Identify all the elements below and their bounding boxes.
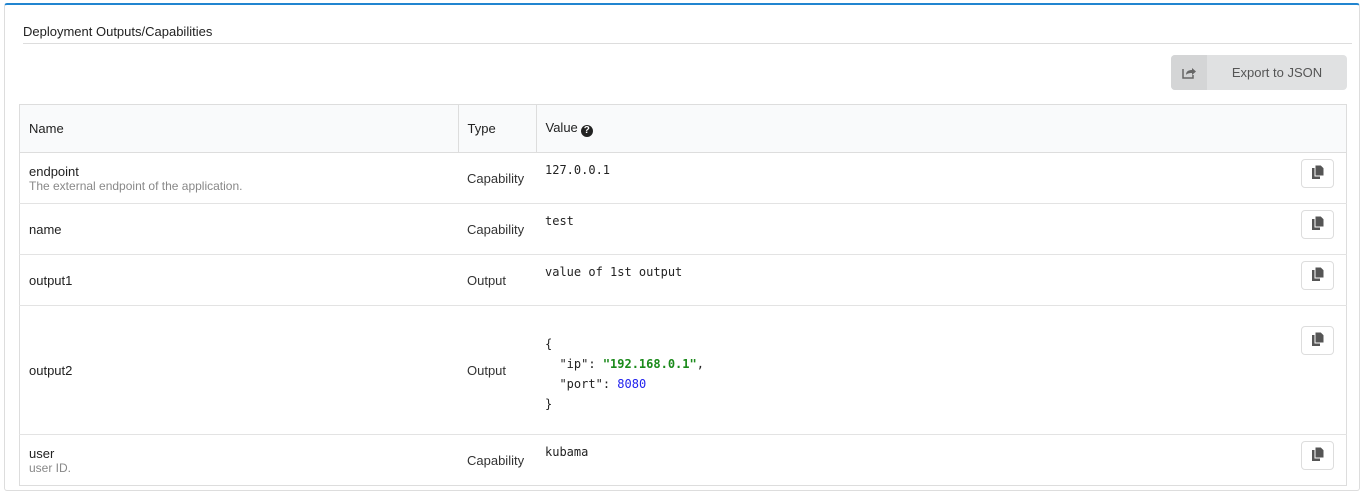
row-name: name (29, 221, 62, 237)
header-type: Type (457, 104, 536, 153)
table-row: output2 Output { "ip": "192.168.0.1", "p… (19, 305, 1347, 435)
table-row: name Capability test (19, 203, 1347, 255)
row-type: Capability (458, 152, 536, 204)
copy-button[interactable] (1301, 326, 1334, 355)
row-value-json: { "ip": "192.168.0.1", "port": 8080 } (545, 337, 704, 411)
table-header: Name Type Value? (19, 104, 1347, 153)
divider (23, 43, 1352, 44)
copy-icon (1311, 215, 1324, 233)
row-name: user (29, 445, 55, 461)
row-description: user ID. (29, 460, 72, 475)
copy-icon (1311, 164, 1324, 182)
help-icon[interactable]: ? (580, 125, 593, 137)
row-description: The external endpoint of the application… (29, 178, 243, 193)
export-to-json-button[interactable]: Export to JSON (1171, 55, 1347, 90)
table-row: endpoint The external endpoint of the app… (19, 152, 1347, 204)
row-value: value of 1st output (545, 265, 683, 279)
row-type: Capability (458, 434, 536, 486)
copy-icon (1311, 266, 1324, 284)
row-name: endpoint (29, 163, 79, 179)
row-value: 127.0.0.1 (545, 163, 611, 177)
share-icon (1171, 55, 1207, 90)
row-value: kubama (545, 445, 589, 459)
header-value: Value? (535, 104, 1347, 153)
copy-button[interactable] (1301, 441, 1334, 470)
row-type: Capability (458, 203, 536, 255)
row-name: output1 (29, 272, 73, 288)
header-name: Name (19, 104, 458, 153)
table-row: user user ID. Capability kubama (19, 434, 1347, 486)
row-type: Output (458, 254, 536, 306)
outputs-table: Name Type Value? endpoint The external en… (19, 104, 1347, 486)
copy-button[interactable] (1301, 159, 1334, 188)
export-label: Export to JSON (1231, 65, 1323, 80)
copy-icon (1311, 446, 1324, 464)
row-type: Output (458, 305, 536, 435)
copy-icon (1311, 331, 1324, 349)
row-value: test (545, 214, 574, 228)
header-value-label: Value (545, 120, 578, 135)
table-row: output1 Output value of 1st output (19, 254, 1347, 306)
copy-button[interactable] (1301, 210, 1334, 239)
copy-button[interactable] (1301, 261, 1334, 290)
panel-title: Deployment Outputs/Capabilities (23, 24, 213, 39)
row-name: output2 (29, 362, 73, 378)
